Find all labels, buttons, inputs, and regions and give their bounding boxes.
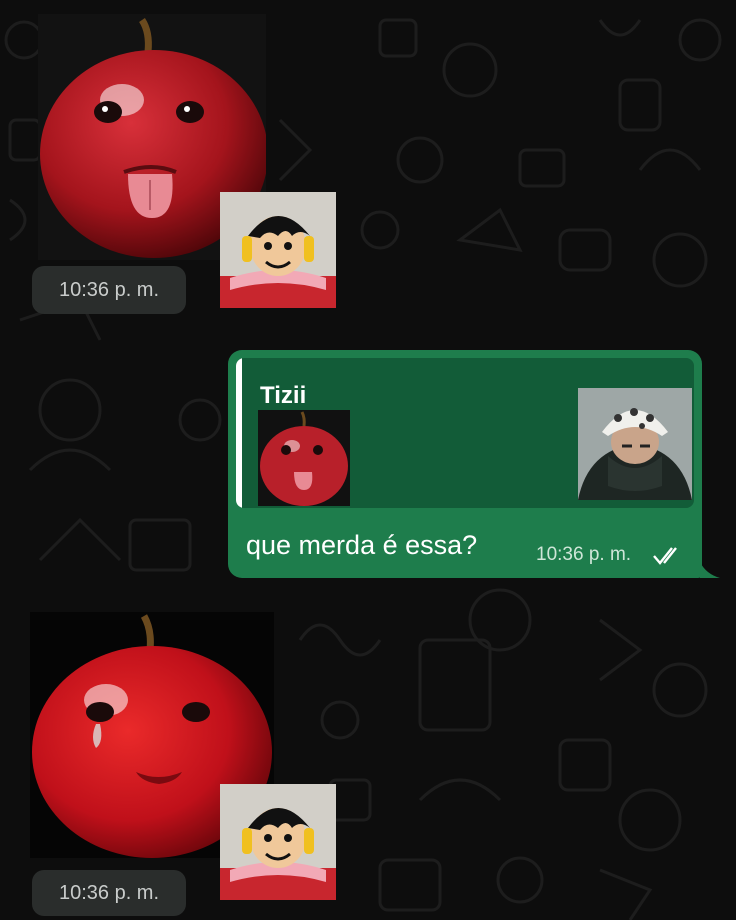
luffy-avatar-image [220, 192, 336, 308]
bubble-tail [700, 562, 720, 578]
quote-author: Tizii [260, 382, 307, 409]
law-avatar-image [578, 388, 692, 500]
message-timestamp: 10:36 p. m. [536, 544, 632, 565]
read-double-check-icon [653, 547, 677, 565]
sticker-timestamp: 10:36 p. m. [32, 266, 186, 314]
luffy-avatar[interactable] [220, 192, 336, 308]
luffy-avatar[interactable] [220, 784, 336, 900]
outgoing-message-bubble[interactable]: Tizii que merda é essa? 10:36 p. m. [228, 350, 702, 578]
quote-accent-bar [236, 358, 242, 508]
law-avatar[interactable] [578, 388, 692, 500]
quoted-reply[interactable]: Tizii [236, 358, 694, 508]
message-text: que merda é essa? [246, 530, 478, 560]
sticker-timestamp: 10:36 p. m. [32, 870, 186, 916]
quoted-sticker-thumbnail [258, 410, 350, 506]
luffy-avatar-image [220, 784, 336, 900]
